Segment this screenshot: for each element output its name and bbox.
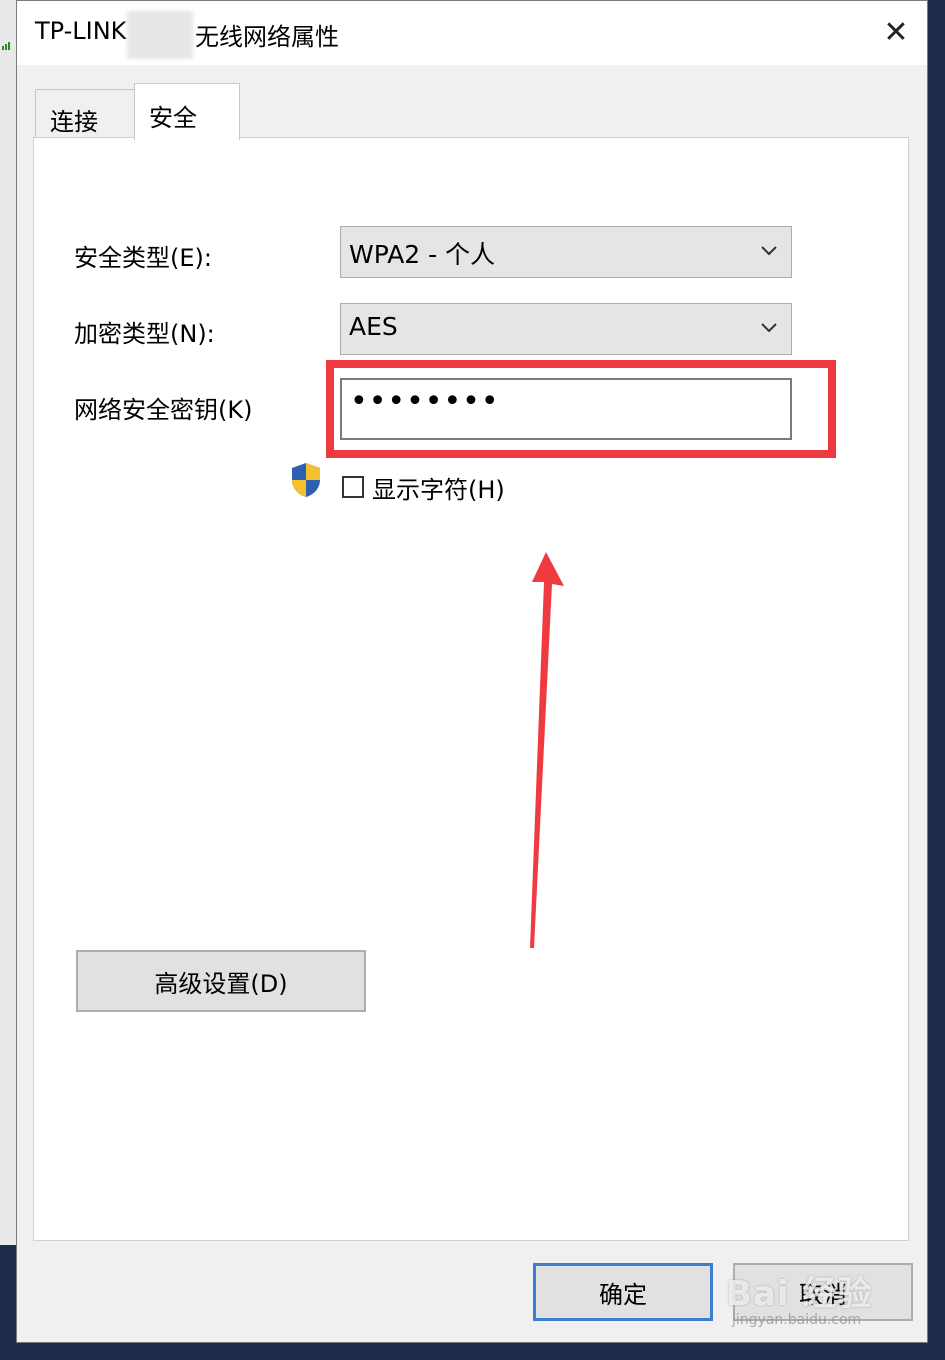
ok-button[interactable]: 确定 xyxy=(533,1263,713,1321)
tab-connection[interactable]: 连接 xyxy=(35,89,135,137)
show-characters-label[interactable]: 显示字符(H) xyxy=(372,470,505,505)
network-key-label: 网络安全密钥(K) xyxy=(74,396,253,424)
security-type-value: WPA2 - 个人 xyxy=(349,240,496,269)
show-characters-checkbox[interactable] xyxy=(342,476,364,498)
close-icon: ✕ xyxy=(883,14,909,50)
arrow-up-icon xyxy=(530,552,564,948)
wireless-properties-dialog: TP-LINK 无线网络属性 ✕ 连接 安全 安全类型(E): WPA2 - 个… xyxy=(16,0,928,1343)
chevron-down-icon xyxy=(761,246,777,256)
encryption-type-select[interactable]: AES xyxy=(340,303,792,355)
shield-icon xyxy=(292,463,320,497)
encryption-type-value: AES xyxy=(349,312,398,341)
redacted-ssid xyxy=(127,11,193,59)
title-bar[interactable]: TP-LINK 无线网络属性 ✕ xyxy=(17,1,927,65)
encryption-type-label: 加密类型(N): xyxy=(74,320,215,348)
dialog-title-suffix: 无线网络属性 xyxy=(195,23,339,51)
background-window xyxy=(0,0,17,1245)
security-type-select[interactable]: WPA2 - 个人 xyxy=(340,226,792,278)
dialog-title-prefix: TP-LINK xyxy=(35,17,127,45)
security-panel: 安全类型(E): WPA2 - 个人 加密类型(N): AES 网络安全密钥(K… xyxy=(33,137,909,1241)
advanced-settings-button[interactable]: 高级设置(D) xyxy=(76,950,366,1012)
signal-icon xyxy=(2,42,10,50)
security-type-label: 安全类型(E): xyxy=(74,244,212,272)
tab-security[interactable]: 安全 xyxy=(134,83,240,140)
highlight-box xyxy=(326,360,836,458)
cancel-button[interactable]: 取消 xyxy=(733,1263,913,1321)
close-button[interactable]: ✕ xyxy=(879,14,913,50)
chevron-down-icon xyxy=(761,323,777,333)
